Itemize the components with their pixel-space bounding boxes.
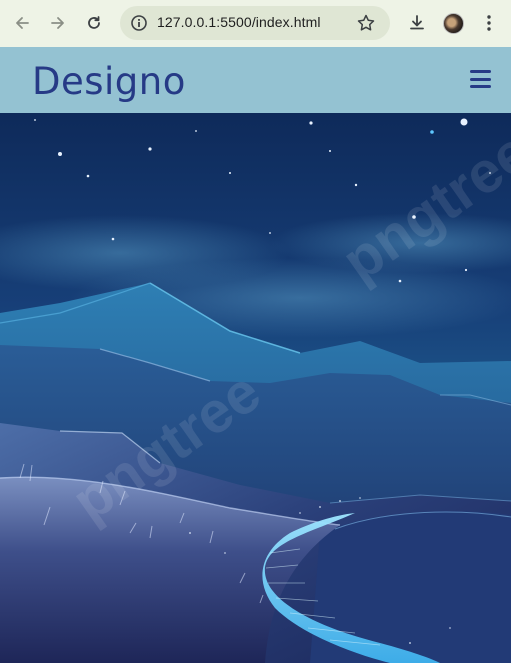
browser-toolbar: 127.0.0.1:5500/index.html [0,0,511,47]
bookmark-star-icon[interactable] [356,13,376,33]
hamburger-line [470,77,491,81]
back-arrow-icon [16,17,29,29]
site-info-icon[interactable] [130,14,148,32]
more-vert-icon [487,15,491,31]
address-bar[interactable]: 127.0.0.1:5500/index.html [120,6,390,40]
reload-button[interactable] [81,10,107,36]
profile-avatar[interactable] [443,13,464,34]
site-logo[interactable]: Designo [32,63,186,100]
site-header: Designo [0,47,511,113]
more-menu-button[interactable] [476,10,502,36]
hero-image: pngtree pngtree [0,113,511,663]
download-icon [410,15,424,30]
hamburger-line [470,70,491,73]
hamburger-line [470,85,491,88]
forward-arrow-icon [51,17,64,29]
hamburger-menu-icon[interactable] [470,70,492,88]
reload-icon [88,16,100,29]
forward-button[interactable] [45,10,71,36]
download-button[interactable] [404,10,430,36]
url-text[interactable]: 127.0.0.1:5500/index.html [157,14,321,30]
back-button[interactable] [9,10,35,36]
